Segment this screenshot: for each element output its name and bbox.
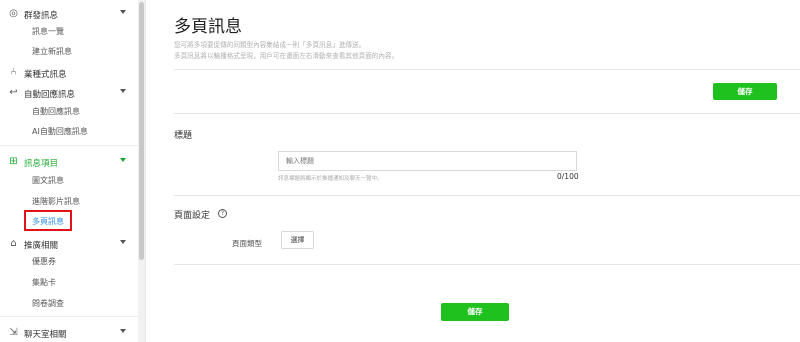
chevron-down-icon [120, 240, 126, 244]
title-char-counter: 0/100 [557, 172, 579, 181]
broadcast-icon: ◎ [9, 8, 18, 19]
nav-group-label: 推廣相關 [24, 241, 59, 251]
section-divider [174, 69, 800, 70]
segment-icon: ⑃ [10, 67, 17, 78]
question-circle-icon[interactable]: ? [218, 209, 227, 218]
nav-group-chat[interactable]: ⇲ 聊天室相關 [0, 324, 138, 342]
nav-item-reward-card[interactable]: 集點卡 [32, 277, 56, 293]
nav-group-message-items[interactable]: ⊞ 訊息項目 [0, 153, 138, 171]
nav-group-label: 聊天室相關 [24, 330, 67, 340]
sidebar: ◎ 群發訊息 訊息一覽 建立新訊息 ⑃ 業種式訊息 ↩ 自動回應訊息 自動回應訊… [0, 0, 138, 342]
section-divider [174, 195, 800, 196]
page-description-line1: 您可將多項要促傳的同類型內容集結成一則「多頁訊息」進傳送。 [174, 41, 366, 49]
chevron-down-icon [120, 158, 126, 162]
sidebar-divider [0, 316, 138, 317]
section-divider [174, 264, 800, 265]
nav-group-promotion[interactable]: ⌂ 推廣相關 [0, 235, 138, 253]
save-button-bottom[interactable]: 儲存 [441, 303, 509, 321]
nav-group-label: 業種式訊息 [24, 70, 67, 80]
title-section-label: 標題 [174, 131, 193, 141]
page-type-label: 頁面類型 [232, 239, 262, 248]
nav-group-segment[interactable]: ⑃ 業種式訊息 [0, 64, 138, 82]
nav-group-label: 訊息項目 [24, 159, 59, 169]
sidebar-divider [0, 145, 138, 146]
nav-group-auto-reply[interactable]: ↩ 自動回應訊息 [0, 84, 138, 102]
sidebar-border [145, 0, 146, 342]
nav-item-survey[interactable]: 問卷調查 [32, 298, 64, 314]
nav-item-create-message[interactable]: 建立新訊息 [32, 46, 72, 62]
page-title: 多頁訊息 [174, 17, 242, 37]
nav-item-message-list[interactable]: 訊息一覽 [32, 26, 64, 42]
nav-item-rich-message[interactable]: 圖文訊息 [32, 175, 64, 191]
page-settings-label: 頁面設定 [174, 211, 211, 221]
nav-item-coupon[interactable]: 優惠券 [32, 256, 56, 272]
reply-icon: ↩ [9, 87, 18, 98]
scrollbar-thumb[interactable] [139, 2, 144, 260]
message-item-icon: ⊞ [9, 156, 18, 167]
save-button-top[interactable]: 儲存 [713, 83, 777, 100]
selection-highlight [24, 210, 72, 231]
nav-item-auto-reply[interactable]: 自動回應訊息 [32, 106, 80, 122]
title-input[interactable] [278, 151, 577, 171]
nav-group-broadcast[interactable]: ◎ 群發訊息 [0, 5, 138, 23]
sidebar-scrollbar[interactable] [138, 0, 145, 342]
nav-item-ai-auto-reply[interactable]: AI自動回應訊息 [32, 126, 88, 142]
chevron-down-icon [120, 10, 126, 14]
chevron-down-icon [120, 89, 126, 93]
nav-group-label: 自動回應訊息 [24, 90, 76, 100]
section-divider [174, 113, 800, 114]
nav-group-label: 群發訊息 [24, 11, 59, 21]
page-description-line2: 多頁訊息將以輪播格式呈現，用戶可在畫面左右滑動來查看其他頁面的內容。 [174, 52, 399, 60]
title-hint: 訊息標題將顯示於推播通知及聊天一覽中。 [278, 176, 383, 182]
store-icon: ⌂ [10, 238, 17, 249]
chevron-down-icon [120, 329, 126, 333]
chat-icon: ⇲ [9, 327, 18, 338]
select-page-type-button[interactable]: 選擇 [281, 231, 314, 249]
